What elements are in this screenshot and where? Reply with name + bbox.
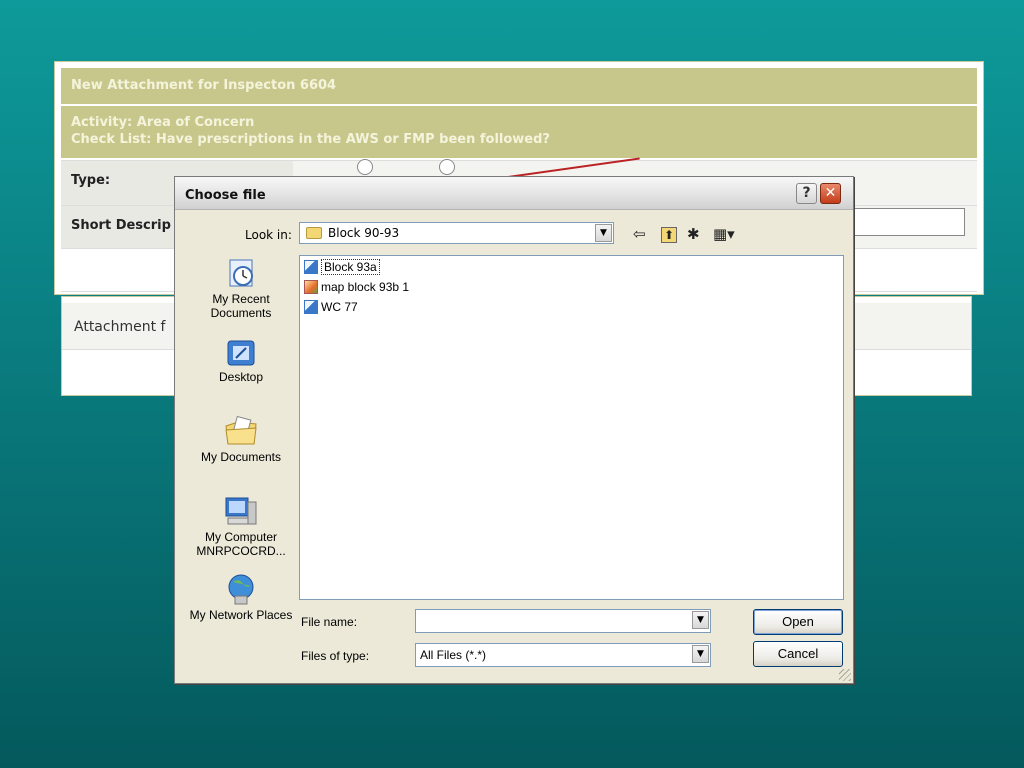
file-type-label: Files of type: xyxy=(301,649,370,663)
choose-file-dialog: Choose file ? ✕ Look in: Block 90-93 ▼ ⇦… xyxy=(174,176,854,684)
file-name: map block 93b 1 xyxy=(321,280,410,294)
place-label: Desktop xyxy=(218,370,264,384)
image-file-icon xyxy=(304,280,318,294)
place-label: My Recent Documents xyxy=(210,292,272,320)
place-label: My Documents xyxy=(200,450,282,464)
look-in-value: Block 90-93 xyxy=(328,226,400,240)
place-desktop[interactable]: Desktop xyxy=(189,338,293,384)
activity-info: Activity: Area of Concern Check List: Ha… xyxy=(61,106,977,158)
file-name: Block 93a xyxy=(321,259,380,275)
view-menu-icon[interactable]: ▦▾ xyxy=(713,225,735,243)
look-in-dropdown[interactable]: Block 90-93 ▼ xyxy=(299,222,614,244)
file-type-value: All Files (*.*) xyxy=(420,648,487,662)
dialog-titlebar[interactable]: Choose file ? ✕ xyxy=(175,177,853,210)
place-my-documents[interactable]: My Documents xyxy=(189,414,293,464)
cancel-button[interactable]: Cancel xyxy=(753,641,843,667)
shortcut-icon xyxy=(304,300,318,314)
file-type-dropdown[interactable]: All Files (*.*) ▼ xyxy=(415,643,711,667)
activity-line: Activity: Area of Concern xyxy=(71,115,255,130)
chevron-down-icon[interactable]: ▼ xyxy=(692,611,709,629)
folder-icon xyxy=(306,227,322,239)
up-folder-icon[interactable]: ⬆ xyxy=(661,227,678,243)
resize-grip[interactable] xyxy=(839,669,851,681)
open-button[interactable]: Open xyxy=(753,609,843,635)
my-computer-icon xyxy=(225,497,257,525)
place-recent-documents[interactable]: My Recent Documents xyxy=(189,256,293,320)
place-network-places[interactable]: My Network Places xyxy=(189,572,293,622)
file-item-wc-77[interactable]: WC 77 xyxy=(304,300,358,318)
back-icon[interactable]: ⇦ xyxy=(633,225,646,243)
form-title: New Attachment for Inspecton 6604 xyxy=(61,68,977,104)
place-label: My Network Places xyxy=(189,608,293,622)
short-description-input[interactable] xyxy=(851,208,965,236)
place-label: My Computer MNRPCOCRD... xyxy=(196,530,286,558)
attachment-label: Attachment f xyxy=(74,319,166,335)
type-radio-2[interactable] xyxy=(439,159,455,175)
look-in-label: Look in: xyxy=(245,228,292,242)
type-label: Type: xyxy=(71,173,111,188)
dialog-title: Choose file xyxy=(185,188,266,203)
chevron-down-icon[interactable]: ▼ xyxy=(692,645,709,663)
new-folder-icon[interactable]: ✱ xyxy=(687,225,700,243)
place-my-computer[interactable]: My Computer MNRPCOCRD... xyxy=(189,494,293,558)
file-item-map-block-93b-1[interactable]: map block 93b 1 xyxy=(304,280,409,298)
file-list[interactable]: Block 93a map block 93b 1 WC 77 xyxy=(299,255,844,600)
my-documents-icon xyxy=(225,415,257,445)
short-description-label: Short Descrip xyxy=(71,218,171,233)
places-bar: My Recent Documents Desktop My Documents xyxy=(189,254,293,654)
file-name: WC 77 xyxy=(321,300,358,314)
type-radio-1[interactable] xyxy=(357,159,373,175)
network-places-icon xyxy=(228,574,254,605)
shortcut-icon xyxy=(304,260,318,274)
recent-documents-icon xyxy=(229,259,253,287)
desktop-icon xyxy=(227,340,255,366)
file-name-label: File name: xyxy=(301,615,358,629)
file-item-block-93a[interactable]: Block 93a xyxy=(304,259,380,278)
file-name-input[interactable]: ▼ xyxy=(415,609,711,633)
help-button[interactable]: ? xyxy=(796,183,817,204)
checklist-line: Check List: Have prescriptions in the AW… xyxy=(71,132,550,147)
close-button[interactable]: ✕ xyxy=(820,183,841,204)
chevron-down-icon[interactable]: ▼ xyxy=(595,224,612,242)
